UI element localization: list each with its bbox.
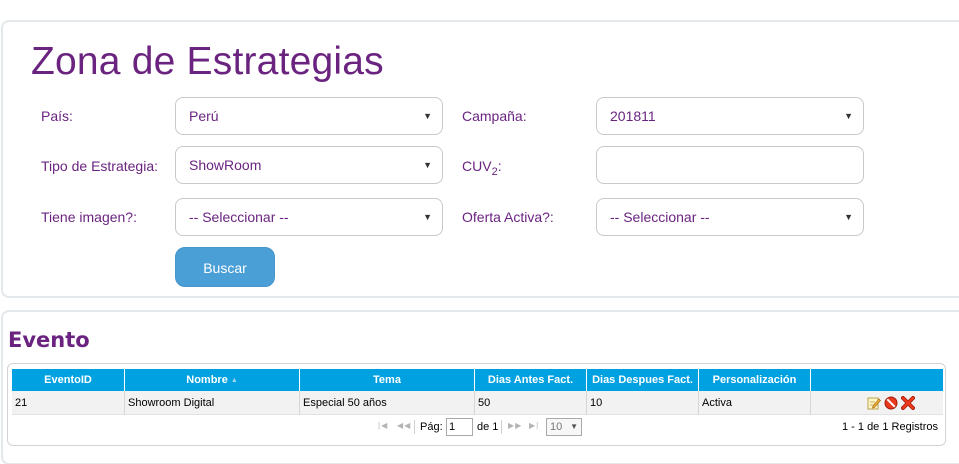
chevron-down-icon: ▼ bbox=[423, 212, 432, 222]
column-header-label: Personalización bbox=[712, 374, 797, 386]
column-header-actions bbox=[811, 369, 943, 391]
page-size-value: 10 bbox=[550, 421, 563, 433]
cell-dias-antes: 50 bbox=[475, 391, 587, 415]
cell-nombre: Showroom Digital bbox=[125, 391, 300, 415]
chevron-down-icon: ▼ bbox=[423, 160, 432, 170]
chevron-down-icon: ▼ bbox=[844, 111, 853, 121]
column-header-dias-despues[interactable]: Dias Despues Fact. bbox=[587, 369, 699, 391]
cuv2-label: CUV2: bbox=[462, 158, 502, 180]
column-header-personalizacion[interactable]: Personalización bbox=[699, 369, 811, 391]
cuv2-label-suffix: : bbox=[497, 158, 502, 174]
column-header-nombre[interactable]: Nombre ▲ bbox=[125, 369, 300, 391]
column-header-dias-antes[interactable]: Dias Antes Fact. bbox=[475, 369, 587, 391]
pais-value: Perú bbox=[189, 108, 219, 124]
oferta-activa-select[interactable]: -- Seleccionar -- ▼ bbox=[596, 198, 864, 236]
pais-select[interactable]: Perú ▼ bbox=[175, 97, 443, 135]
column-header-eventoid[interactable]: EventoID bbox=[12, 369, 125, 391]
last-page-icon[interactable]: ▶| bbox=[529, 421, 539, 430]
tipo-estrategia-value: ShowRoom bbox=[189, 157, 262, 173]
campania-value: 201811 bbox=[610, 108, 656, 124]
edit-icon[interactable] bbox=[867, 396, 881, 410]
chevron-down-icon: ▼ bbox=[423, 111, 432, 121]
grid-pager: |◀ ◀◀ Pág: 1 de 1 ▶▶ ▶| 10 ▼ 1 - 1 de 1 R… bbox=[12, 416, 943, 440]
column-header-label: EventoID bbox=[44, 374, 92, 386]
page-title: Zona de Estrategias bbox=[31, 40, 384, 83]
column-header-label: Nombre bbox=[186, 374, 228, 386]
cell-personalizacion: Activa bbox=[699, 391, 811, 415]
first-page-icon[interactable]: |◀ bbox=[378, 421, 388, 430]
pager-pag-label: Pág: bbox=[420, 421, 443, 433]
column-header-label: Tema bbox=[373, 374, 401, 386]
tiene-imagen-value: -- Seleccionar -- bbox=[189, 209, 289, 225]
column-header-tema[interactable]: Tema bbox=[300, 369, 475, 391]
section-title: Evento bbox=[8, 328, 90, 352]
page-size-select[interactable]: 10 ▼ bbox=[546, 418, 582, 436]
pager-of-label: de 1 bbox=[477, 421, 499, 433]
page-number-input[interactable]: 1 bbox=[446, 418, 473, 436]
cell-dias-despues: 10 bbox=[587, 391, 699, 415]
tipo-estrategia-select[interactable]: ShowRoom ▼ bbox=[175, 146, 443, 184]
cuv2-label-text: CUV bbox=[462, 158, 492, 174]
campania-select[interactable]: 201811 ▼ bbox=[596, 97, 864, 135]
pager-divider bbox=[501, 420, 502, 434]
tipo-estrategia-label: Tipo de Estrategia: bbox=[41, 158, 158, 174]
cell-actions bbox=[811, 391, 943, 415]
chevron-down-icon: ▼ bbox=[844, 212, 853, 222]
next-page-icon[interactable]: ▶▶ bbox=[508, 421, 522, 430]
campania-label: Campaña: bbox=[462, 108, 527, 124]
oferta-activa-value: -- Seleccionar -- bbox=[610, 209, 710, 225]
cuv2-input[interactable] bbox=[596, 146, 864, 184]
table-row[interactable]: 21 Showroom Digital Especial 50 años 50 … bbox=[12, 391, 943, 415]
records-count: 1 - 1 de 1 Registros bbox=[842, 421, 938, 433]
chevron-down-icon: ▼ bbox=[570, 422, 578, 431]
cell-eventoid: 21 bbox=[12, 391, 125, 415]
buscar-button[interactable]: Buscar bbox=[175, 247, 275, 287]
cell-tema: Especial 50 años bbox=[300, 391, 475, 415]
tiene-imagen-label: Tiene imagen?: bbox=[41, 209, 137, 225]
sort-icon: ▲ bbox=[230, 377, 238, 384]
delete-icon[interactable] bbox=[901, 396, 915, 410]
column-header-label: Dias Despues Fact. bbox=[592, 374, 693, 386]
pager-divider bbox=[414, 420, 415, 434]
oferta-activa-label: Oferta Activa?: bbox=[462, 209, 554, 225]
prev-page-icon[interactable]: ◀◀ bbox=[397, 421, 411, 430]
pais-label: País: bbox=[41, 108, 73, 124]
column-header-label: Dias Antes Fact. bbox=[487, 374, 574, 386]
disable-icon[interactable] bbox=[884, 396, 898, 410]
tiene-imagen-select[interactable]: -- Seleccionar -- ▼ bbox=[175, 198, 443, 236]
grid-header: EventoID Nombre ▲ Tema Dias Antes Fact. D… bbox=[12, 369, 943, 391]
